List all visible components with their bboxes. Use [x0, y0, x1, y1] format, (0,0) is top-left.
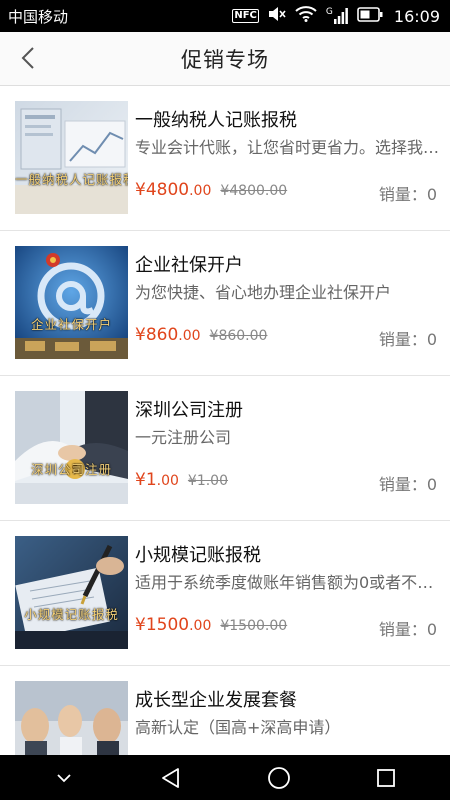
sales-count: 销量：0 [378, 330, 437, 349]
home-circle-icon [267, 766, 290, 789]
product-description: 适用于系统季度做账年销售额为0或者不超过规定金额的小规模纳税人 [135, 573, 440, 592]
price-integer: ¥1 [135, 470, 157, 490]
sales-count: 销量：0 [378, 475, 437, 494]
sales-count: 销量：0 [378, 620, 437, 639]
mute-icon [268, 6, 286, 26]
current-price: ¥860.00 [135, 325, 201, 345]
price-integer: ¥860 [135, 325, 179, 345]
status-time: 16:09 [393, 6, 440, 26]
nfc-icon: NFC [232, 9, 259, 23]
carrier-name: 中国移动 [8, 7, 69, 26]
chevron-left-icon [21, 47, 34, 69]
price-integer: ¥1500 [135, 615, 190, 635]
back-button[interactable] [10, 40, 46, 76]
thumbnail-caption: 深圳公司注册 [30, 462, 112, 477]
product-description: 专业会计代账，让您省时更省力。选择我们，您完全可以把财税交给我们！ [135, 138, 440, 157]
original-price: ¥1.00 [187, 473, 228, 489]
current-price: ¥1.00 [135, 470, 179, 490]
product-title: 成长型企业发展套餐 [135, 690, 297, 711]
product-title: 企业社保开户 [135, 255, 243, 276]
status-icons: NFC G 16:09 [232, 6, 440, 26]
sales-count: 销量：0 [378, 185, 437, 204]
product-description: 一元注册公司 [135, 428, 232, 447]
price-decimal: .00 [178, 328, 201, 344]
thumbnail-caption: 企业社保开户 [30, 317, 112, 332]
hide-nav-button[interactable] [34, 755, 94, 800]
original-price: ¥4800.00 [220, 183, 288, 199]
wifi-icon [295, 6, 317, 26]
page-header: 促销专场 [0, 32, 450, 86]
product-description: 为您快捷、省心地办理企业社保开户 [135, 283, 392, 302]
product-title: 深圳公司注册 [135, 400, 243, 421]
price-decimal: .00 [156, 473, 179, 489]
signal-icon: G [326, 8, 348, 24]
price-decimal: .00 [189, 618, 212, 634]
price-row: ¥1.00 ¥1.00 [135, 470, 228, 490]
status-bar: 中国移动 NFC G 16:09 [0, 0, 450, 32]
product-thumbnail [15, 681, 128, 755]
product-thumbnail: 小规模记账报税 [15, 536, 128, 649]
list-item[interactable]: 小规模记账报税 小规模记账报税 适用于系统季度做账年销售额为0或者不超过规定金额… [0, 521, 450, 666]
page-title: 促销专场 [181, 47, 269, 72]
system-nav-bar [0, 755, 450, 800]
recents-button[interactable] [356, 755, 416, 800]
product-list: 一般纳税人记账报税 一般纳税人记账报税 专业会计代账，让您省时更省力。选择我们，… [0, 86, 450, 755]
price-row: ¥860.00 ¥860.00 [135, 325, 267, 345]
battery-icon [357, 6, 383, 26]
price-row: ¥4800.00 ¥4800.00 [135, 180, 287, 200]
list-item[interactable]: 企业社保开户 企业社保开户 为您快捷、省心地办理企业社保开户 ¥860.00 ¥… [0, 231, 450, 376]
chevron-down-icon [57, 773, 71, 782]
product-thumbnail: 企业社保开户 [15, 246, 128, 359]
list-item[interactable]: $ 深圳公司注册 深圳公司注册 一元注册公司 ¥1.00 ¥1.00 销量：0 [0, 376, 450, 521]
thumbnail-caption: 小规模记账报税 [24, 607, 119, 622]
product-title: 一般纳税人记账报税 [135, 110, 297, 131]
system-back-button[interactable] [141, 755, 201, 800]
list-item[interactable]: 成长型企业发展套餐 高新认定（国高+深高申请） [0, 666, 450, 755]
product-title: 小规模记账报税 [135, 545, 261, 566]
current-price: ¥1500.00 [135, 615, 211, 635]
original-price: ¥1500.00 [220, 618, 288, 634]
thumbnail-caption: 一般纳税人记账报税 [15, 172, 128, 187]
product-thumbnail: $ 深圳公司注册 [15, 391, 128, 504]
price-integer: ¥4800 [135, 180, 190, 200]
price-decimal: .00 [189, 183, 212, 199]
current-price: ¥4800.00 [135, 180, 211, 200]
product-description: 高新认定（国高+深高申请） [135, 718, 341, 737]
product-thumbnail: 一般纳税人记账报税 [15, 101, 128, 214]
list-item[interactable]: 一般纳税人记账报税 一般纳税人记账报税 专业会计代账，让您省时更省力。选择我们，… [0, 86, 450, 231]
original-price: ¥860.00 [209, 328, 268, 344]
price-row: ¥1500.00 ¥1500.00 [135, 615, 287, 635]
back-triangle-icon [162, 767, 180, 788]
home-button[interactable] [249, 755, 309, 800]
signal-type-label: G [325, 7, 333, 17]
recents-square-icon [377, 768, 396, 787]
